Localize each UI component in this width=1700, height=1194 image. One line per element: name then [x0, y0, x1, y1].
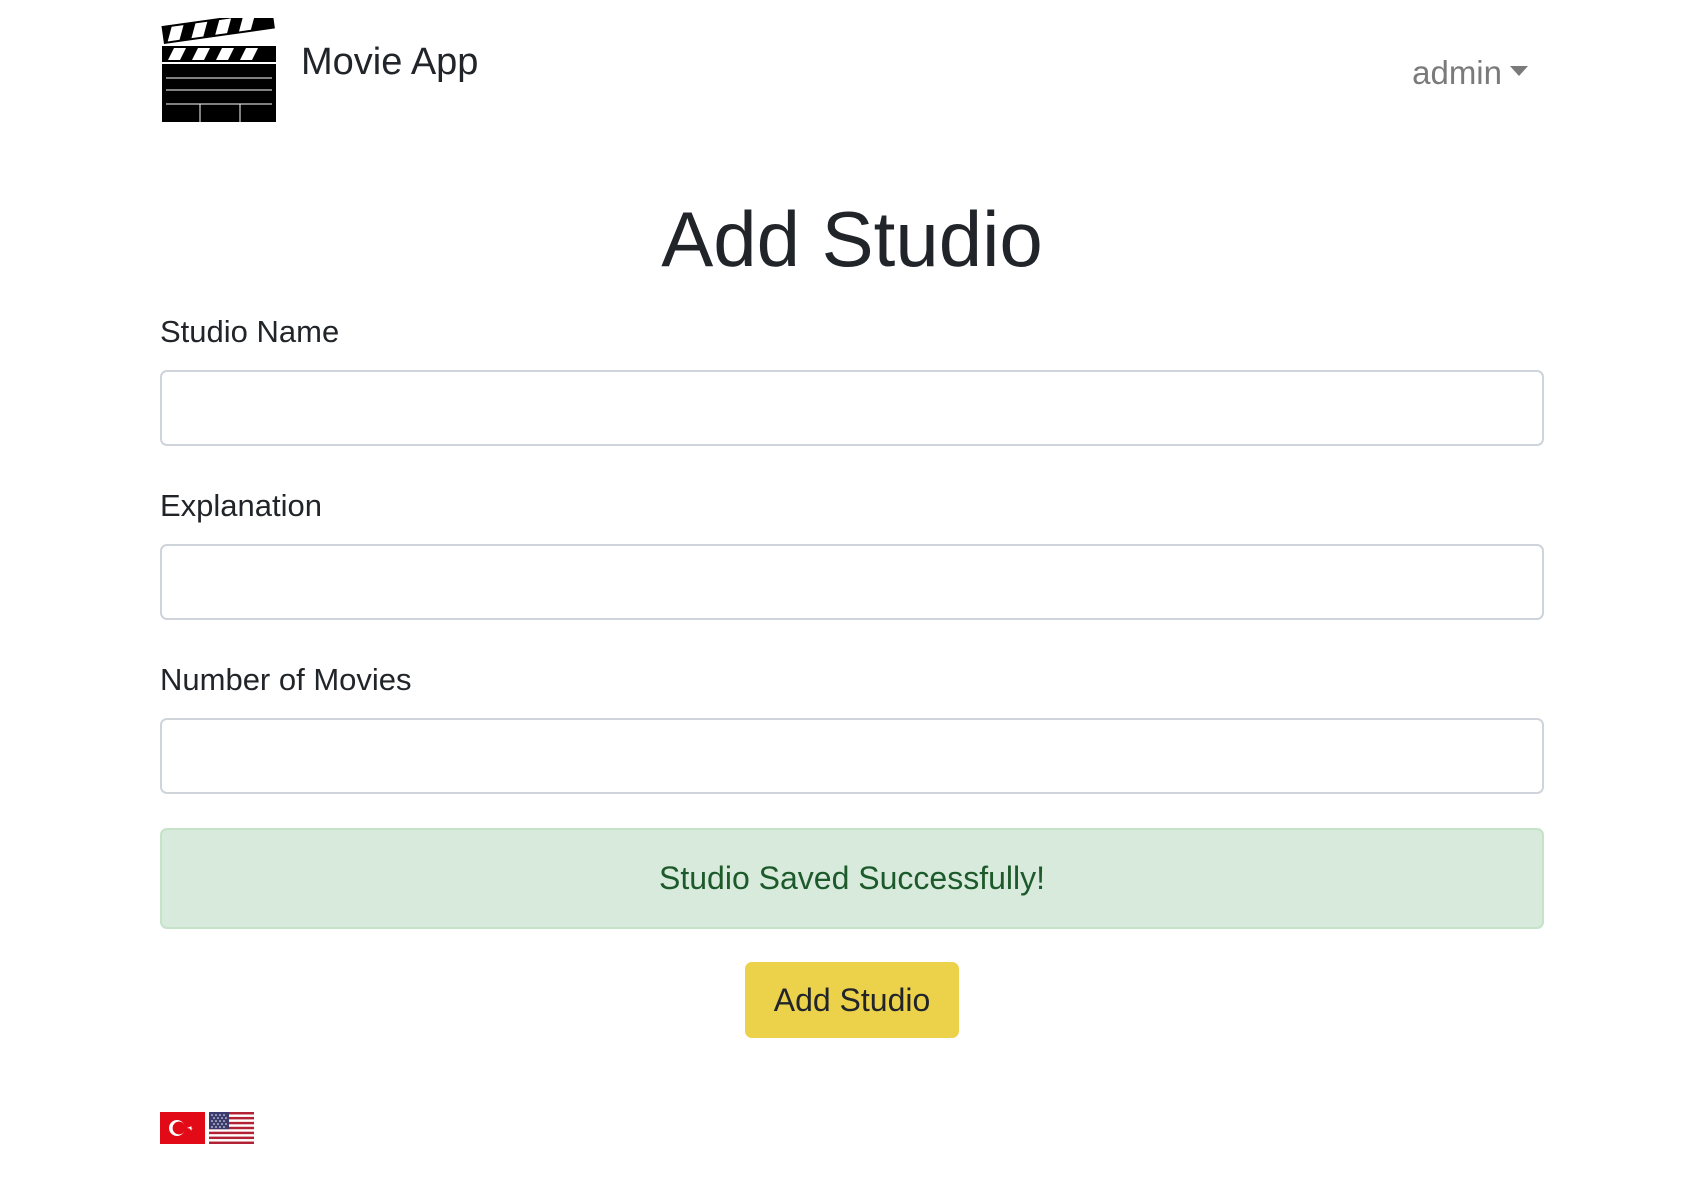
brand-link[interactable]: Movie App [160, 18, 478, 124]
brand-name: Movie App [301, 41, 479, 83]
alert-message: Studio Saved Successfully! [659, 860, 1045, 896]
user-name: admin [1412, 54, 1502, 91]
user-menu-dropdown[interactable]: admin [1412, 54, 1528, 92]
page-title: Add Studio [661, 195, 1043, 283]
caret-down-icon [1510, 66, 1528, 76]
add-studio-button[interactable]: Add Studio [745, 962, 959, 1038]
navbar: Movie App admin [160, 18, 1544, 124]
us-flag-icon[interactable] [209, 1112, 254, 1144]
studio-name-label: Studio Name [160, 314, 340, 349]
clapperboard-icon [161, 18, 276, 122]
explanation-input[interactable] [160, 544, 1544, 620]
studio-name-input[interactable] [160, 370, 1544, 446]
language-switcher [160, 1112, 254, 1144]
explanation-label: Explanation [160, 488, 323, 523]
success-alert: Studio Saved Successfully! [160, 828, 1544, 929]
turkish-flag-icon[interactable] [160, 1112, 205, 1144]
movie-count-input[interactable] [160, 718, 1544, 794]
movie-count-label: Number of Movies [160, 662, 412, 697]
